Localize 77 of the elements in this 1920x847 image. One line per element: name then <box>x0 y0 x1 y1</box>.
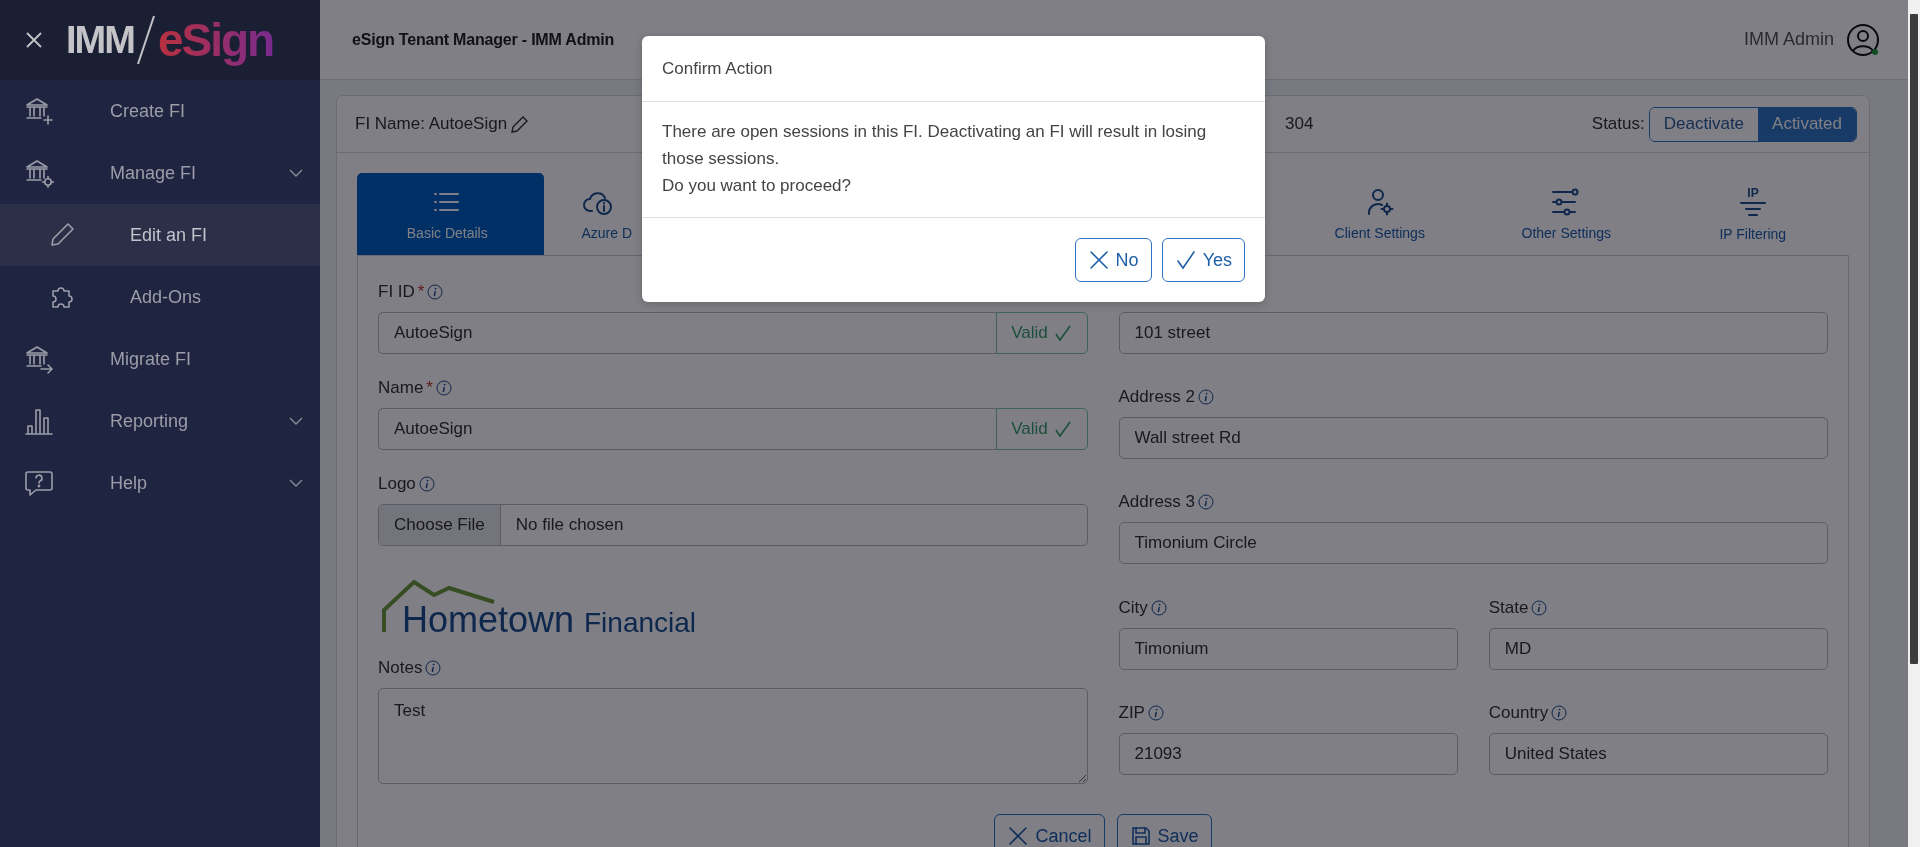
status-toggle[interactable]: Activated <box>1758 107 1856 141</box>
bar-chart-icon <box>24 406 54 436</box>
info-icon <box>436 380 452 396</box>
text-field[interactable]: MD <box>1488 627 1828 670</box>
field-label: Logo <box>378 474 416 494</box>
required-mark: * <box>426 378 433 398</box>
logo-drawing: Hometown Financial <box>374 570 714 640</box>
choose-file-button[interactable]: Choose File <box>379 505 501 545</box>
text-field[interactable]: AutoeSign <box>378 408 996 450</box>
field-label: FI ID <box>378 282 415 302</box>
nav-item[interactable]: Add-Ons <box>0 266 320 328</box>
field-label: State <box>1488 597 1529 618</box>
nav-item[interactable]: Edit an FI <box>0 204 320 266</box>
tab[interactable]: Other Settings <box>1476 173 1663 255</box>
form-button[interactable]: Cancel <box>994 814 1105 847</box>
info-icon <box>1198 389 1215 406</box>
tab[interactable]: Basic Details <box>357 173 544 255</box>
dialog-button[interactable]: No <box>1074 238 1152 282</box>
field-label: Country <box>1488 702 1549 723</box>
info-icon <box>427 284 444 300</box>
field-label: City <box>1118 597 1148 618</box>
nav-item[interactable]: Migrate FI <box>0 328 320 390</box>
nav-item[interactable]: Create FI <box>0 80 320 142</box>
check-icon <box>1053 324 1072 342</box>
dialog-title: Confirm Action <box>662 58 773 79</box>
info-icon <box>1198 494 1215 511</box>
close-icon <box>1087 249 1110 271</box>
bank-gear-icon <box>24 158 54 188</box>
info-icon <box>1150 599 1167 616</box>
info-icon <box>1147 704 1164 721</box>
info-icon <box>425 660 442 676</box>
field-label: Address 2 <box>1118 387 1196 408</box>
dialog-message: Do you want to proceed? <box>662 175 852 197</box>
pencil-icon[interactable] <box>511 115 530 133</box>
nav-item[interactable]: Help <box>0 452 320 514</box>
dialog-button[interactable]: Yes <box>1161 238 1245 282</box>
fi-number: 304 <box>1285 114 1315 134</box>
page-title: eSign Tenant Manager - IMM Admin <box>352 30 616 49</box>
text-field[interactable]: 101 street <box>1118 312 1828 354</box>
notes-field[interactable]: Test <box>378 688 1088 784</box>
text-field[interactable]: AutoeSign <box>378 312 996 354</box>
text-field[interactable]: Wall street Rd <box>1118 417 1828 460</box>
field-label: Address 3 <box>1118 492 1196 513</box>
user-avatar-icon[interactable] <box>1846 22 1880 57</box>
text-field[interactable]: Timonium Circle <box>1118 522 1828 565</box>
field-label: ZIP <box>1118 702 1145 723</box>
text-field[interactable]: United States <box>1488 732 1828 775</box>
nav-item[interactable]: Manage FI <box>0 142 320 204</box>
field-label: Name <box>378 378 424 398</box>
text-field[interactable]: Timonium <box>1118 627 1458 670</box>
info-icon <box>1551 704 1568 721</box>
info-icon <box>418 476 435 492</box>
close-icon[interactable] <box>24 30 44 50</box>
check-icon <box>1053 420 1072 438</box>
file-field[interactable]: Choose File No file chosen <box>378 504 1088 546</box>
tab[interactable]: Client Settings <box>1289 173 1476 255</box>
form-button[interactable]: Save <box>1116 814 1212 847</box>
valid-status: Valid <box>995 312 1088 354</box>
text-field[interactable]: 21093 <box>1118 732 1458 775</box>
info-icon <box>1531 599 1548 616</box>
slash-icon <box>135 14 156 66</box>
save-icon <box>1129 825 1152 847</box>
help-icon <box>24 468 54 498</box>
field-label: Notes <box>378 658 423 678</box>
logo-text: IMM <box>66 18 134 62</box>
required-mark: * <box>417 282 425 302</box>
nav-item[interactable]: Reporting <box>0 390 320 452</box>
bank-arrow-icon <box>24 344 54 374</box>
tab[interactable]: IP IP Filtering <box>1662 173 1849 255</box>
user-name: IMM Admin <box>1743 29 1834 50</box>
bank-plus-icon <box>24 96 54 126</box>
file-name: No file chosen <box>514 514 624 536</box>
close-icon <box>1007 825 1030 847</box>
dialog-message: There are open sessions in this FI. Deactivating an FI will result in losing those sessions. <box>662 121 1208 170</box>
check-icon <box>1174 249 1197 271</box>
status-label: Status: <box>1591 114 1645 134</box>
valid-status: Valid <box>995 408 1088 450</box>
